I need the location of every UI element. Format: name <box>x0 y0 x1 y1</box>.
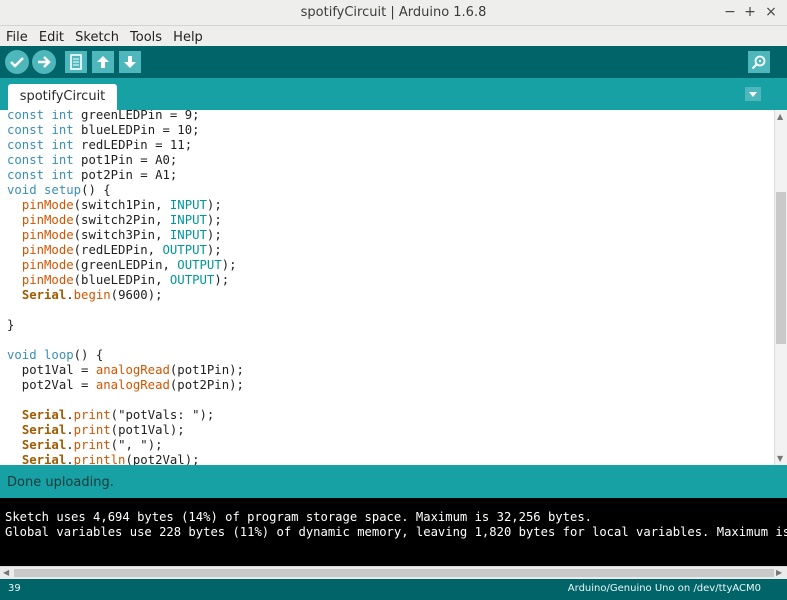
code-line-17: void loop() { <box>7 348 104 362</box>
code-line-8: pinMode(switch2Pin, INPUT); <box>21 213 222 227</box>
scroll-thumb[interactable] <box>776 192 786 344</box>
code-line-9: pinMode(switch3Pin, INPUT); <box>21 228 222 242</box>
menu-tools[interactable]: Tools <box>130 28 162 45</box>
code-line-13: Serial.begin(9600); <box>21 288 163 302</box>
code-line-1: const int greenLEDPin = 9; <box>7 110 200 122</box>
minimize-button[interactable]: − <box>722 4 738 20</box>
code-line-12: pinMode(blueLEDPin, OUTPUT); <box>21 273 230 287</box>
arrow-up-icon <box>97 56 109 68</box>
verify-button[interactable] <box>5 50 29 74</box>
code-text[interactable]: const int greenLEDPin = 9; const int blu… <box>7 110 244 465</box>
console-text: Sketch uses 4,694 bytes (14%) of program… <box>5 510 787 540</box>
board-info: Arduino/Genuino Uno on /dev/ttyACM0 <box>567 583 761 594</box>
menu-edit[interactable]: Edit <box>39 28 64 45</box>
new-button[interactable] <box>65 51 87 73</box>
maximize-button[interactable]: + <box>742 4 758 20</box>
menu-help[interactable]: Help <box>173 28 203 45</box>
tab-bar: spotifyCircuit <box>0 78 787 110</box>
tab-menu-button[interactable] <box>745 87 761 101</box>
scroll-left-icon[interactable]: ◀ <box>3 568 9 577</box>
code-line-4: const int pot1Pin = A0; <box>7 153 178 167</box>
window-title: spotifyCircuit | Arduino 1.6.8 <box>300 5 487 20</box>
status-bar: Done uploading. <box>0 465 787 498</box>
code-line-7: pinMode(switch1Pin, INPUT); <box>21 198 222 212</box>
tab-label: spotifyCircuit <box>19 89 106 104</box>
close-button[interactable]: × <box>763 4 779 20</box>
footer-bar: 39 Arduino/Genuino Uno on /dev/ttyACM0 <box>0 579 787 600</box>
save-button[interactable] <box>119 51 141 73</box>
magnifier-icon <box>751 55 766 70</box>
code-line-2: const int blueLEDPin = 10; <box>7 123 200 137</box>
chevron-down-icon <box>749 92 757 97</box>
code-line-19: pot2Val = analogRead(pot2Pin); <box>7 378 244 392</box>
code-line-10: pinMode(redLEDPin, OUTPUT); <box>21 243 222 257</box>
code-line-22: Serial.print(pot1Val); <box>21 423 185 437</box>
scroll-up-icon[interactable]: ▲ <box>777 112 783 121</box>
menu-file[interactable]: File <box>6 28 28 45</box>
code-line-11: pinMode(greenLEDPin, OUTPUT); <box>21 258 237 272</box>
arrow-down-icon <box>124 56 136 68</box>
line-number: 39 <box>8 583 21 594</box>
console-output[interactable]: Sketch uses 4,694 bytes (14%) of program… <box>0 498 787 566</box>
horizontal-scroll-thumb[interactable] <box>14 569 774 577</box>
code-line-5: const int pot2Pin = A1; <box>7 168 178 182</box>
code-editor[interactable]: const int greenLEDPin = 9; const int blu… <box>0 110 774 465</box>
tab-spotifycircuit[interactable]: spotifyCircuit <box>8 84 117 110</box>
menu-sketch[interactable]: Sketch <box>75 28 119 45</box>
new-file-icon <box>70 54 82 70</box>
code-line-24: Serial.println(pot2Val); <box>21 453 200 465</box>
serial-monitor-button[interactable] <box>748 51 770 73</box>
code-line-3: const int redLEDPin = 11; <box>7 138 193 152</box>
console-line-1: Sketch uses 4,694 bytes (14%) of program… <box>5 510 592 524</box>
open-button[interactable] <box>92 51 114 73</box>
status-message: Done uploading. <box>7 475 114 490</box>
checkmark-icon <box>10 57 24 68</box>
code-line-6: void setup() { <box>7 183 111 197</box>
scroll-down-icon[interactable]: ▼ <box>777 454 783 463</box>
code-line-21: Serial.print("potVals: "); <box>21 408 215 422</box>
code-line-23: Serial.print(", "); <box>21 438 163 452</box>
title-bar: spotifyCircuit | Arduino 1.6.8 − + × <box>0 0 787 26</box>
console-horizontal-scrollbar[interactable]: ◀ ▶ <box>0 566 787 579</box>
scroll-right-icon[interactable]: ▶ <box>776 568 782 577</box>
menu-bar: File Edit Sketch Tools Help <box>0 26 787 46</box>
editor-vertical-scrollbar[interactable]: ▲ ▼ <box>774 110 787 465</box>
upload-button[interactable] <box>32 50 56 74</box>
toolbar <box>0 46 787 78</box>
console-line-2: Global variables use 228 bytes (11%) of … <box>5 525 787 539</box>
code-line-15: } <box>7 318 15 332</box>
arrow-right-icon <box>38 56 51 68</box>
code-line-18: pot1Val = analogRead(pot1Pin); <box>7 363 244 377</box>
